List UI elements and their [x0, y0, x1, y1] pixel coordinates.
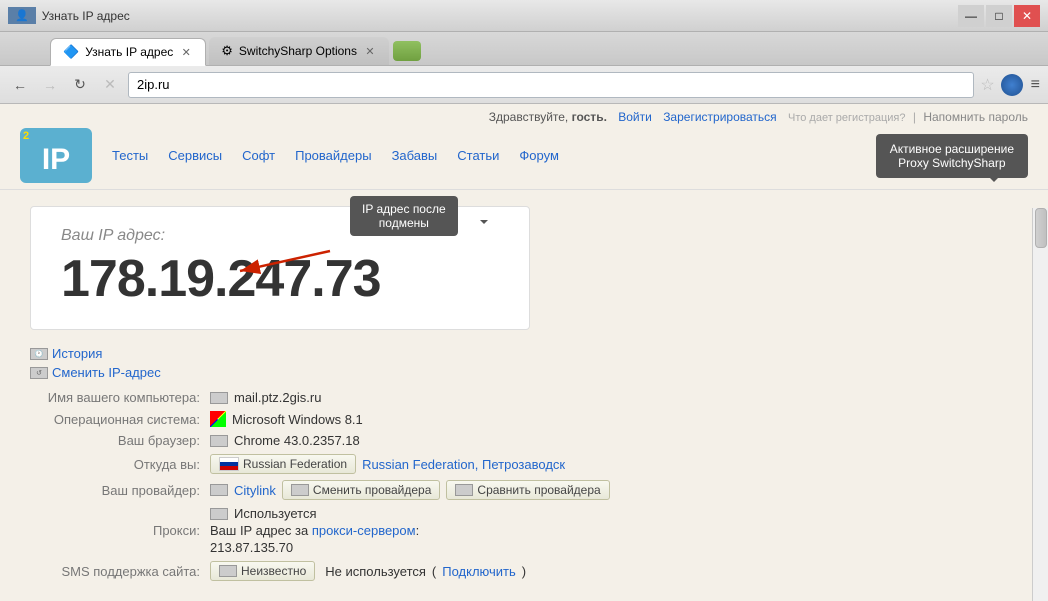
location-flag-btn: Russian Federation	[210, 454, 356, 474]
os-label: Операционная система:	[30, 412, 210, 427]
ip-tooltip-arrow-down	[450, 220, 488, 228]
location-value: Russian Federation Russian Federation, П…	[210, 454, 565, 474]
browser-value: Chrome 43.0.2357.18	[210, 433, 360, 448]
register-info-link[interactable]: Что дает регистрация?	[788, 112, 906, 124]
ip-tooltip: IP адрес после подмены	[350, 196, 458, 236]
history-link[interactable]: История	[52, 346, 102, 361]
nav-zabavy[interactable]: Забавы	[392, 148, 438, 163]
remind-password-link[interactable]: Напомнить пароль	[923, 110, 1028, 124]
change-provider-button[interactable]: Сменить провайдера	[282, 480, 441, 500]
tab-bar: 🔷 Узнать IP адрес ✕ ⚙ SwitchySharp Optio…	[0, 32, 1048, 66]
header-nav: 2 IP Тесты Сервисы Софт Провайдеры Забав…	[20, 128, 1028, 183]
provider-link[interactable]: Citylink	[234, 483, 276, 498]
chrome-icon	[210, 435, 228, 447]
compare-icon	[455, 484, 473, 496]
bookmark-star-icon[interactable]: ☆	[980, 75, 994, 95]
nav-forum[interactable]: Форум	[519, 148, 559, 163]
provider-value: Citylink Сменить провайдера Сравнить про…	[210, 480, 610, 500]
russia-flag-icon	[219, 457, 239, 471]
url-input[interactable]	[128, 72, 974, 98]
provider-icon	[210, 484, 228, 496]
red-arrow-svg	[220, 236, 340, 296]
titlebar: 👤 Узнать IP адрес — □ ✕	[0, 0, 1048, 32]
proxy-label: Прокси:	[30, 523, 210, 538]
tooltip-arrow	[990, 178, 998, 186]
nav-testy[interactable]: Тесты	[112, 148, 148, 163]
globe-icon[interactable]	[1001, 74, 1023, 96]
browser-label: Ваш браузер:	[30, 433, 210, 448]
windows-icon	[210, 411, 226, 427]
back-button[interactable]: ←	[8, 73, 32, 97]
info-table: Имя вашего компьютера: mail.ptz.2gis.ru …	[30, 390, 1018, 581]
proxy-icon	[210, 508, 228, 520]
nav-providery[interactable]: Провайдеры	[295, 148, 371, 163]
tab-ip[interactable]: 🔷 Узнать IP адрес ✕	[50, 38, 206, 66]
sms-icon	[219, 565, 237, 577]
minimize-button[interactable]: —	[958, 5, 984, 27]
change-provider-icon	[291, 484, 309, 496]
header-top: Здравствуйте, гость. Войти Зарегистриров…	[20, 110, 1028, 124]
location-link[interactable]: Russian Federation, Петрозаводск	[362, 457, 565, 472]
login-link[interactable]: Войти	[618, 110, 652, 124]
change-ip-link[interactable]: Сменить IP-адрес	[52, 365, 161, 380]
close-button[interactable]: ✕	[1014, 5, 1040, 27]
window-title: Узнать IP адрес	[42, 9, 130, 23]
history-section: 🕐 История	[30, 346, 1018, 361]
os-value: Microsoft Windows 8.1	[210, 411, 363, 427]
sms-label: SMS поддержка сайта:	[30, 564, 210, 579]
nav-servisy[interactable]: Сервисы	[168, 148, 222, 163]
nav-stati[interactable]: Статьи	[457, 148, 499, 163]
site-header: Здравствуйте, гость. Войти Зарегистриров…	[0, 104, 1048, 190]
greeting-text: Здравствуйте,	[489, 110, 569, 124]
address-bar: ← → ↻ ✕ ☆ ≡	[0, 66, 1048, 104]
proxy-row: Прокси: Используется Ваш IP адрес за про…	[30, 506, 1018, 555]
computer-icon	[210, 392, 228, 404]
computer-label: Имя вашего компьютера:	[30, 390, 210, 405]
browser-row: Ваш браузер: Chrome 43.0.2357.18	[30, 433, 1018, 448]
computer-value: mail.ptz.2gis.ru	[210, 390, 321, 405]
provider-label: Ваш провайдер:	[30, 483, 210, 498]
os-row: Операционная система: Microsoft Windows …	[30, 411, 1018, 427]
change-ip-icon: ↺	[30, 367, 48, 379]
page-content: Здравствуйте, гость. Войти Зарегистриров…	[0, 104, 1048, 601]
sms-status-btn: Неизвестно	[210, 561, 315, 581]
nav-soft[interactable]: Софт	[242, 148, 275, 163]
tab-icon-2: ⚙	[221, 43, 233, 59]
location-row: Откуда вы: Russian Federation Russian Fe…	[30, 454, 1018, 474]
sms-row: SMS поддержка сайта: Неизвестно Не испол…	[30, 561, 1018, 581]
computer-row: Имя вашего компьютера: mail.ptz.2gis.ru	[30, 390, 1018, 405]
ip-section-wrapper: IP адрес после подмены Ваш IP адрес: 178…	[30, 206, 530, 346]
scrollbar[interactable]	[1032, 208, 1048, 601]
sms-connect-link[interactable]: Подключить	[442, 564, 516, 579]
forward-button[interactable]: →	[38, 73, 62, 97]
tab-icon-1: 🔷	[63, 44, 79, 60]
sms-value: Неизвестно Не используется (Подключить)	[210, 561, 526, 581]
reload-button[interactable]: ↻	[68, 73, 92, 97]
location-label: Откуда вы:	[30, 457, 210, 472]
stop-button[interactable]: ✕	[98, 73, 122, 97]
proxy-server-link[interactable]: прокси-сервером	[312, 523, 416, 538]
tab-switchysharp[interactable]: ⚙ SwitchySharp Options ✕	[209, 37, 389, 65]
tab-close-1[interactable]: ✕	[179, 45, 193, 59]
register-link[interactable]: Зарегистрироваться	[663, 110, 776, 124]
menu-button[interactable]: ≡	[1031, 76, 1040, 94]
change-ip-section: ↺ Сменить IP-адрес	[30, 365, 1018, 380]
main-content: IP адрес после подмены Ваш IP адрес: 178…	[0, 190, 1048, 601]
tab-label-2: SwitchySharp Options	[239, 44, 357, 58]
compare-provider-button[interactable]: Сравнить провайдера	[446, 480, 609, 500]
proxy-value: Используется Ваш IP адрес за прокси-серв…	[210, 506, 419, 555]
guest-text: гость.	[572, 110, 607, 124]
provider-row: Ваш провайдер: Citylink Сменить провайде…	[30, 480, 1018, 500]
history-icon: 🕐	[30, 348, 48, 360]
nav-links: Тесты Сервисы Софт Провайдеры Забавы Ста…	[112, 148, 559, 163]
site-logo: 2 IP	[20, 128, 92, 183]
switchysharp-tooltip: Активное расширение Proxy SwitchySharp	[876, 134, 1028, 178]
maximize-button[interactable]: □	[986, 5, 1012, 27]
user-icon: 👤	[8, 7, 36, 24]
new-tab-button[interactable]	[393, 41, 421, 61]
scrollbar-thumb[interactable]	[1035, 208, 1047, 248]
tab-close-2[interactable]: ✕	[363, 44, 377, 58]
tab-label-1: Узнать IP адрес	[85, 45, 173, 59]
